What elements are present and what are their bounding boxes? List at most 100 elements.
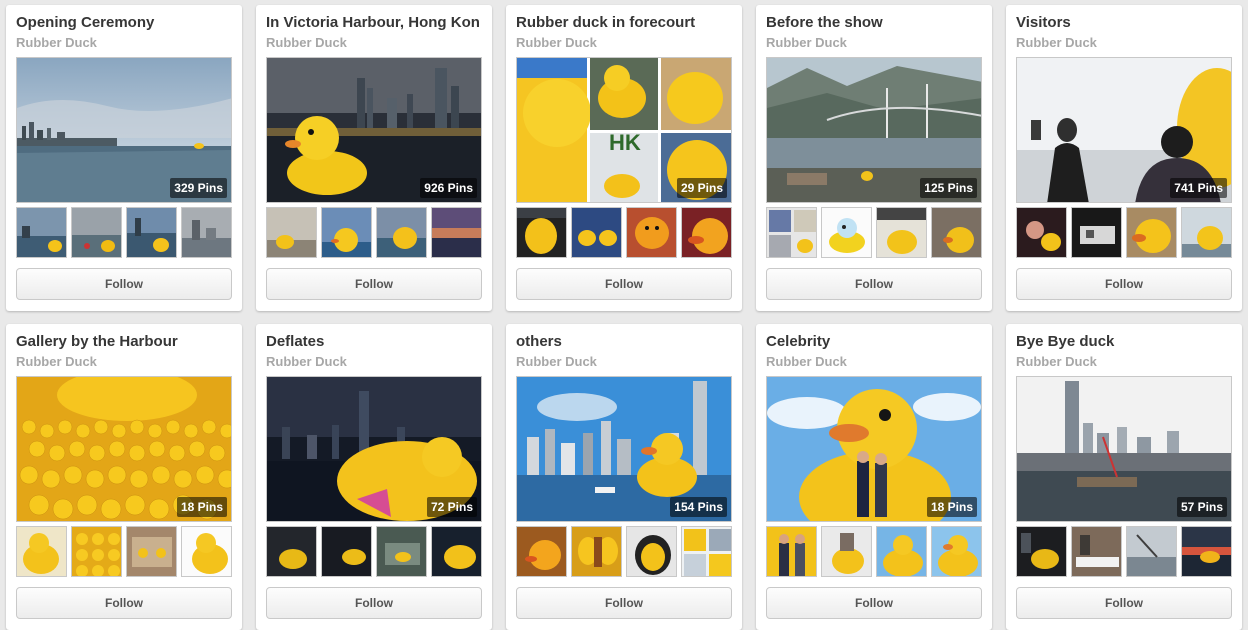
board-title[interactable]: Rubber duck in forecourt: [516, 14, 730, 31]
thumbnail-strip: [16, 526, 232, 577]
board-cover-image[interactable]: 125 Pins: [766, 57, 982, 203]
board-cover-image[interactable]: 72 Pins: [266, 376, 482, 522]
thumbnail-image[interactable]: [516, 207, 567, 258]
thumbnail-image[interactable]: [571, 207, 622, 258]
thumbnail-image[interactable]: [876, 207, 927, 258]
board-owner[interactable]: Rubber Duck: [266, 35, 347, 50]
thumbnail-image[interactable]: [266, 526, 317, 577]
thumbnail-image[interactable]: [181, 526, 232, 577]
thumbnail-image[interactable]: [1181, 207, 1232, 258]
pin-count-badge: 154 Pins: [670, 497, 727, 517]
pin-count-badge: 926 Pins: [420, 178, 477, 198]
board-title[interactable]: Celebrity: [766, 333, 980, 350]
pin-count-badge: 741 Pins: [1170, 178, 1227, 198]
thumbnail-image[interactable]: [431, 207, 482, 258]
thumbnail-image[interactable]: [821, 207, 872, 258]
follow-button[interactable]: Follow: [766, 268, 982, 300]
board-card[interactable]: Rubber duck in forecourt Rubber Duck HK …: [506, 5, 742, 311]
thumbnail-image[interactable]: [126, 207, 177, 258]
board-card[interactable]: Before the show Rubber Duck 125 Pins Fol…: [756, 5, 992, 311]
board-card[interactable]: Opening Ceremony Rubber Duck 329 Pins Fo…: [6, 5, 242, 311]
thumbnail-image[interactable]: [376, 207, 427, 258]
thumbnail-image[interactable]: [431, 526, 482, 577]
thumbnail-image[interactable]: [1126, 526, 1177, 577]
board-cover-image[interactable]: HK 29 Pins: [516, 57, 732, 203]
board-title[interactable]: others: [516, 333, 730, 350]
follow-button[interactable]: Follow: [1016, 587, 1232, 619]
board-title[interactable]: Gallery by the Harbour: [16, 333, 230, 350]
board-owner[interactable]: Rubber Duck: [516, 354, 597, 369]
thumbnail-image[interactable]: [1181, 526, 1232, 577]
board-title[interactable]: Opening Ceremony: [16, 14, 230, 31]
thumbnail-image[interactable]: [71, 207, 122, 258]
thumbnail-image[interactable]: [681, 207, 732, 258]
thumbnail-image[interactable]: [626, 526, 677, 577]
thumbnail-image[interactable]: [821, 526, 872, 577]
pin-count-badge: 72 Pins: [426, 497, 477, 517]
board-card[interactable]: Gallery by the Harbour Rubber Duck 18 Pi…: [6, 324, 242, 630]
board-owner[interactable]: Rubber Duck: [766, 35, 847, 50]
thumbnail-image[interactable]: [1071, 526, 1122, 577]
thumbnail-image[interactable]: [766, 526, 817, 577]
board-owner[interactable]: Rubber Duck: [516, 35, 597, 50]
thumbnail-image[interactable]: [376, 526, 427, 577]
thumbnail-strip: [766, 207, 982, 258]
pin-count-badge: 29 Pins: [676, 178, 727, 198]
follow-button[interactable]: Follow: [516, 268, 732, 300]
thumbnail-image[interactable]: [1071, 207, 1122, 258]
thumbnail-image[interactable]: [321, 207, 372, 258]
board-card[interactable]: others Rubber Duck 154 Pins Follow: [506, 324, 742, 630]
follow-button[interactable]: Follow: [16, 268, 232, 300]
thumbnail-image[interactable]: [516, 526, 567, 577]
follow-button[interactable]: Follow: [16, 587, 232, 619]
thumbnail-image[interactable]: [266, 207, 317, 258]
follow-button[interactable]: Follow: [266, 268, 482, 300]
thumbnail-image[interactable]: [766, 207, 817, 258]
pin-count-badge: 18 Pins: [176, 497, 227, 517]
board-cover-image[interactable]: 926 Pins: [266, 57, 482, 203]
thumbnail-image[interactable]: [71, 526, 122, 577]
follow-button[interactable]: Follow: [766, 587, 982, 619]
follow-button[interactable]: Follow: [1016, 268, 1232, 300]
board-owner[interactable]: Rubber Duck: [1016, 354, 1097, 369]
follow-button[interactable]: Follow: [266, 587, 482, 619]
board-cover-image[interactable]: 154 Pins: [516, 376, 732, 522]
board-cover-image[interactable]: 57 Pins: [1016, 376, 1232, 522]
thumbnail-image[interactable]: [876, 526, 927, 577]
thumbnail-image[interactable]: [126, 526, 177, 577]
thumbnail-strip: [516, 207, 732, 258]
pin-count-badge: 18 Pins: [926, 497, 977, 517]
thumbnail-image[interactable]: [1016, 207, 1067, 258]
board-card[interactable]: Visitors Rubber Duck 741 Pins Follow: [1006, 5, 1242, 311]
thumbnail-image[interactable]: [16, 526, 67, 577]
board-title[interactable]: In Victoria Harbour, Hong Kong: [266, 14, 480, 31]
board-card[interactable]: In Victoria Harbour, Hong Kong Rubber Du…: [256, 5, 492, 311]
follow-button[interactable]: Follow: [516, 587, 732, 619]
thumbnail-image[interactable]: [931, 526, 982, 577]
board-card[interactable]: Deflates Rubber Duck 72 Pins Follow: [256, 324, 492, 630]
board-title[interactable]: Deflates: [266, 333, 480, 350]
thumbnail-image[interactable]: [626, 207, 677, 258]
board-title[interactable]: Bye Bye duck: [1016, 333, 1230, 350]
board-owner[interactable]: Rubber Duck: [266, 354, 347, 369]
thumbnail-image[interactable]: [681, 526, 732, 577]
board-owner[interactable]: Rubber Duck: [766, 354, 847, 369]
thumbnail-image[interactable]: [931, 207, 982, 258]
board-card[interactable]: Bye Bye duck Rubber Duck 57 Pins Follow: [1006, 324, 1242, 630]
thumbnail-image[interactable]: [1016, 526, 1067, 577]
thumbnail-image[interactable]: [16, 207, 67, 258]
thumbnail-image[interactable]: [321, 526, 372, 577]
board-title[interactable]: Visitors: [1016, 14, 1230, 31]
board-owner[interactable]: Rubber Duck: [1016, 35, 1097, 50]
board-title[interactable]: Before the show: [766, 14, 980, 31]
thumbnail-image[interactable]: [181, 207, 232, 258]
board-owner[interactable]: Rubber Duck: [16, 354, 97, 369]
thumbnail-image[interactable]: [571, 526, 622, 577]
board-owner[interactable]: Rubber Duck: [16, 35, 97, 50]
board-cover-image[interactable]: 18 Pins: [16, 376, 232, 522]
board-cover-image[interactable]: 329 Pins: [16, 57, 232, 203]
board-cover-image[interactable]: 18 Pins: [766, 376, 982, 522]
board-cover-image[interactable]: 741 Pins: [1016, 57, 1232, 203]
thumbnail-image[interactable]: [1126, 207, 1177, 258]
board-card[interactable]: Celebrity Rubber Duck 18 Pins Follow: [756, 324, 992, 630]
